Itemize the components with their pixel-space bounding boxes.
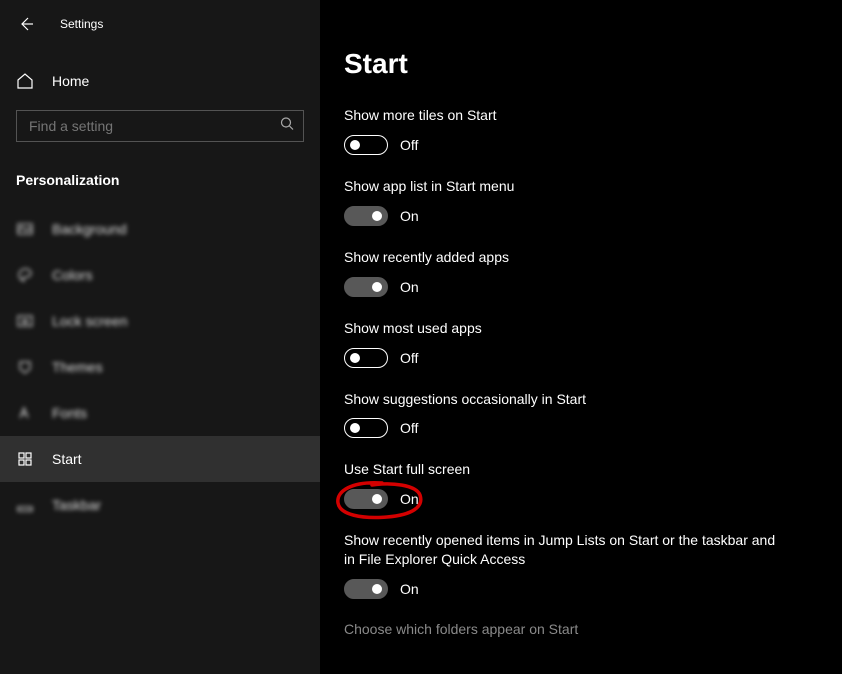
setting-label: Show most used apps <box>344 319 818 338</box>
sidebar-item-colors[interactable]: Colors <box>0 252 320 298</box>
sidebar-item-label: Lock screen <box>52 313 127 329</box>
toggle-full-screen[interactable] <box>344 489 388 509</box>
setting-suggestions: Show suggestions occasionally in Start O… <box>344 390 818 439</box>
setting-full-screen: Use Start full screen On <box>344 460 818 509</box>
lock-screen-icon <box>16 312 34 330</box>
home-label: Home <box>52 73 89 89</box>
toggle-state: On <box>400 491 419 507</box>
toggle-jump-lists[interactable] <box>344 579 388 599</box>
setting-label: Show recently added apps <box>344 248 818 267</box>
start-icon <box>16 450 34 468</box>
setting-most-used: Show most used apps Off <box>344 319 818 368</box>
taskbar-icon <box>16 496 34 514</box>
toggle-state: On <box>400 279 419 295</box>
sidebar-item-label: Taskbar <box>52 497 101 513</box>
setting-label: Show suggestions occasionally in Start <box>344 390 818 409</box>
window-title: Settings <box>60 17 103 31</box>
setting-label: Use Start full screen <box>344 460 818 479</box>
sidebar-item-label: Colors <box>52 267 92 283</box>
page-title: Start <box>344 48 818 80</box>
main-content: Start Show more tiles on Start Off Show … <box>320 0 842 674</box>
search-input[interactable] <box>16 110 304 142</box>
picture-icon <box>16 220 34 238</box>
back-button[interactable] <box>16 14 36 34</box>
setting-recently-added: Show recently added apps On <box>344 248 818 297</box>
setting-label: Show more tiles on Start <box>344 106 818 125</box>
toggle-state: On <box>400 581 419 597</box>
toggle-state: Off <box>400 137 418 153</box>
toggle-show-app-list[interactable] <box>344 206 388 226</box>
toggle-recently-added[interactable] <box>344 277 388 297</box>
choose-folders-link[interactable]: Choose which folders appear on Start <box>344 621 818 637</box>
sidebar-item-label: Start <box>52 451 82 467</box>
toggle-state: Off <box>400 420 418 436</box>
sidebar-item-fonts[interactable]: Fonts <box>0 390 320 436</box>
themes-icon <box>16 358 34 376</box>
home-icon <box>16 72 34 90</box>
sidebar-item-background[interactable]: Background <box>0 206 320 252</box>
toggle-show-more-tiles[interactable] <box>344 135 388 155</box>
search-wrap <box>16 110 304 142</box>
sidebar-item-label: Themes <box>52 359 103 375</box>
setting-show-app-list: Show app list in Start menu On <box>344 177 818 226</box>
setting-label: Show app list in Start menu <box>344 177 818 196</box>
sidebar-item-taskbar[interactable]: Taskbar <box>0 482 320 528</box>
toggle-state: On <box>400 208 419 224</box>
sidebar-item-start[interactable]: Start <box>0 436 320 482</box>
setting-label: Show recently opened items in Jump Lists… <box>344 531 784 569</box>
sidebar-item-label: Background <box>52 221 127 237</box>
section-title: Personalization <box>0 152 320 206</box>
setting-show-more-tiles: Show more tiles on Start Off <box>344 106 818 155</box>
sidebar-item-label: Fonts <box>52 405 87 421</box>
sidebar-item-lock-screen[interactable]: Lock screen <box>0 298 320 344</box>
window-header: Settings <box>0 0 320 46</box>
toggle-suggestions[interactable] <box>344 418 388 438</box>
toggle-state: Off <box>400 350 418 366</box>
setting-jump-lists: Show recently opened items in Jump Lists… <box>344 531 818 599</box>
home-nav[interactable]: Home <box>0 62 320 100</box>
palette-icon <box>16 266 34 284</box>
fonts-icon <box>16 404 34 422</box>
arrow-left-icon <box>18 16 34 32</box>
toggle-most-used[interactable] <box>344 348 388 368</box>
sidebar: Settings Home Personalization Background <box>0 0 320 674</box>
sidebar-item-themes[interactable]: Themes <box>0 344 320 390</box>
